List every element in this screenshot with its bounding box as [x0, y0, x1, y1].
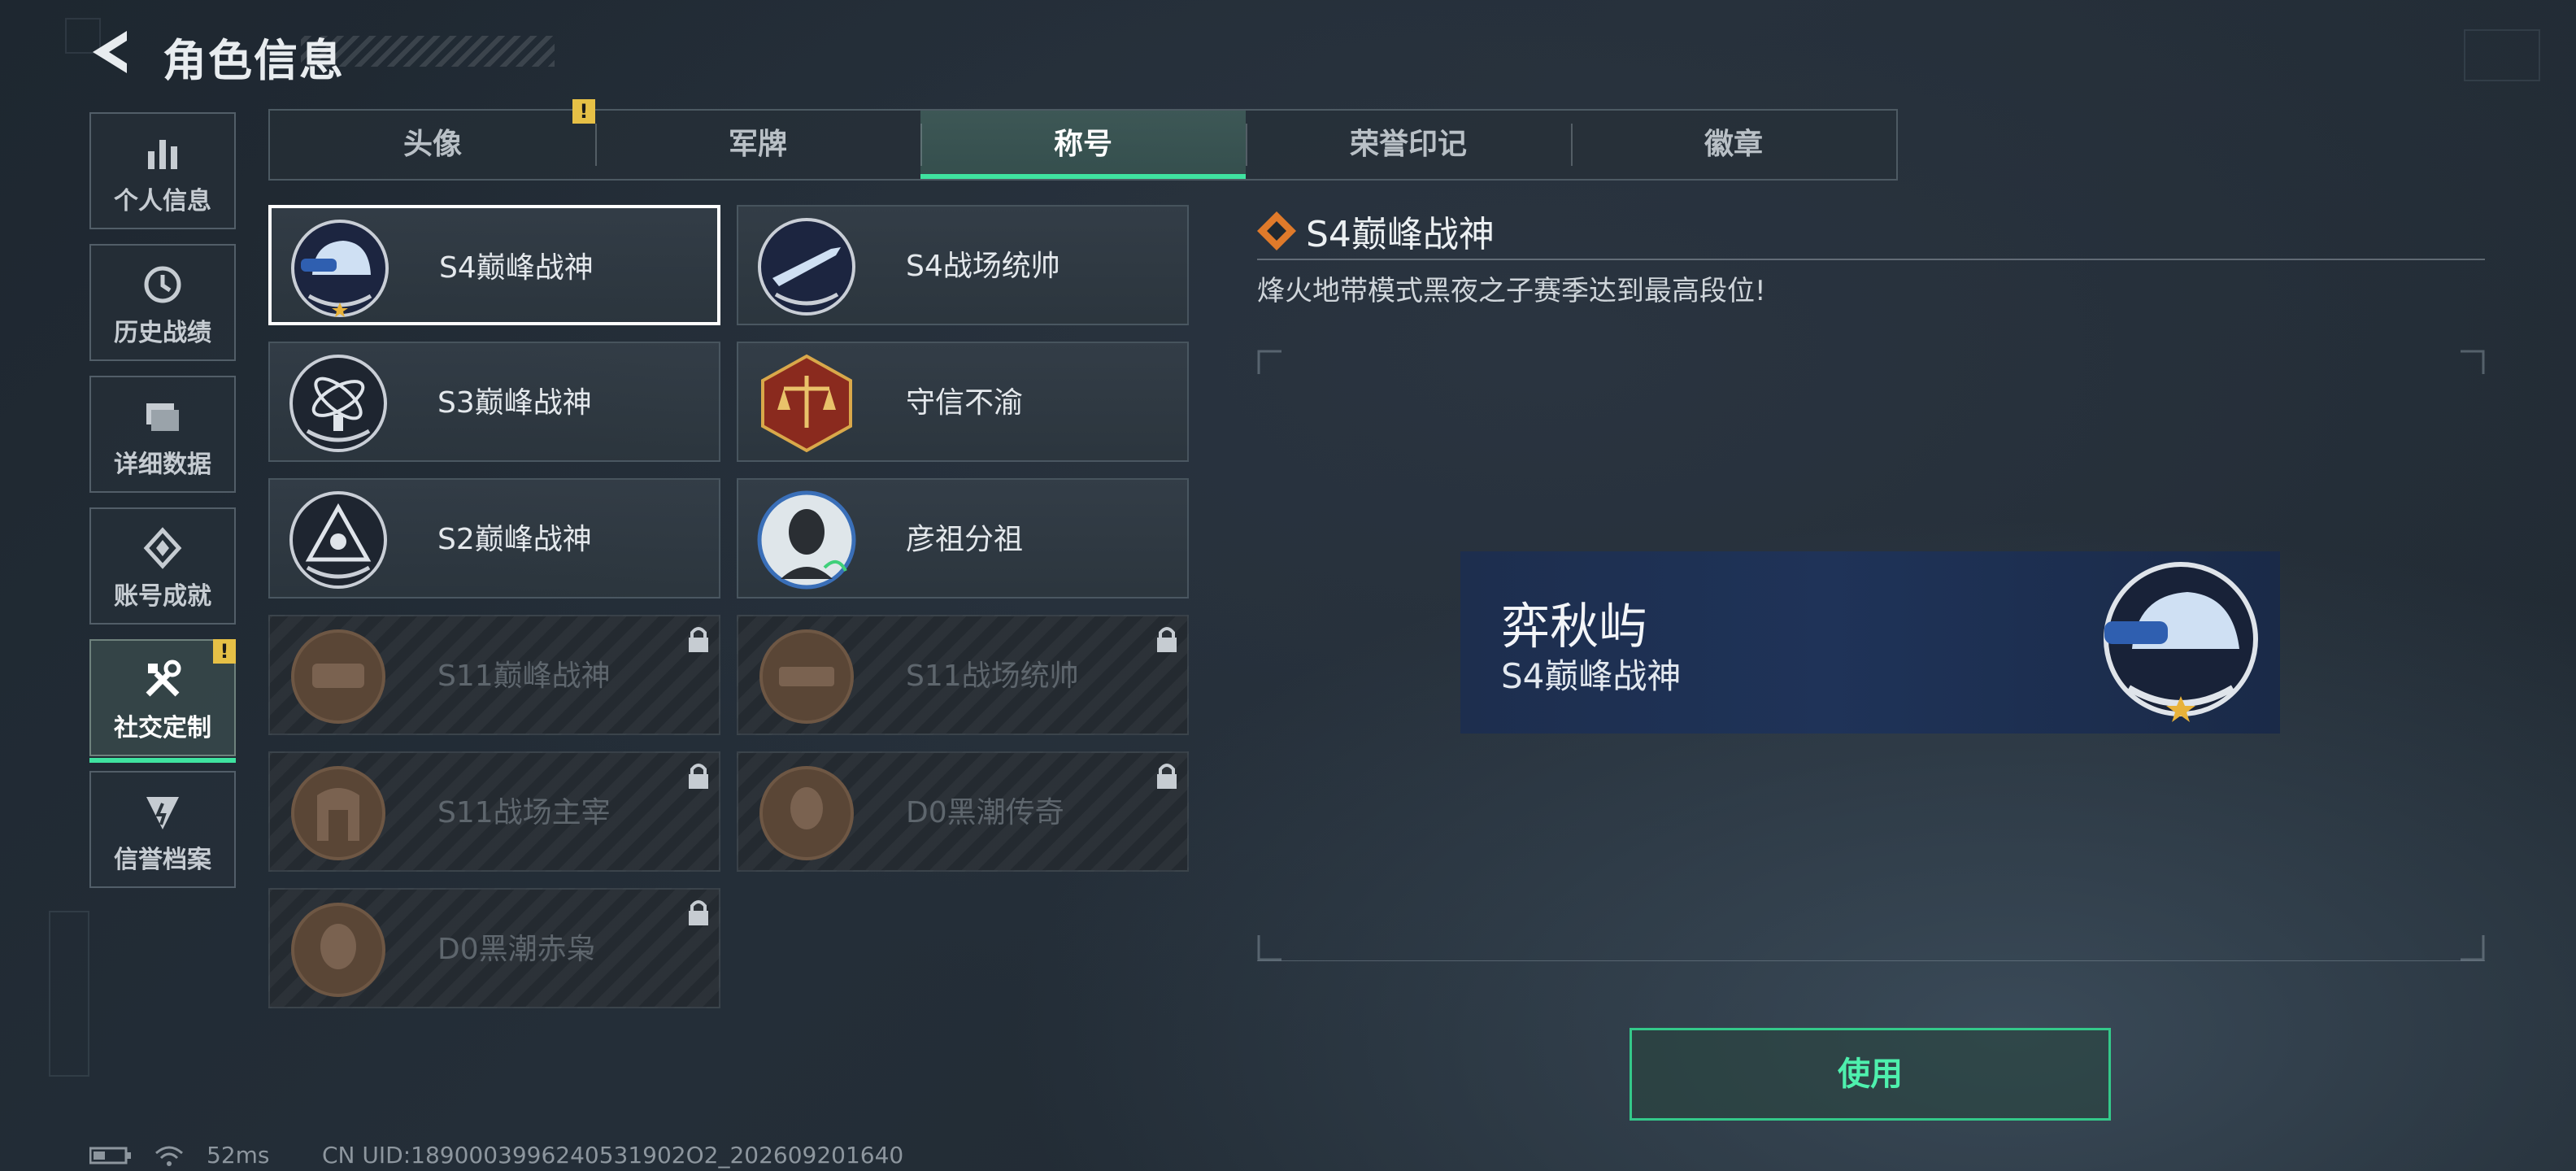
corner-decoration — [2464, 29, 2540, 81]
nav-label: 社交定制 — [114, 714, 211, 742]
lock-icon — [689, 900, 708, 925]
nav-social-customization[interactable]: 社交定制 ! — [89, 639, 236, 763]
credit-icon — [146, 797, 179, 829]
player-name: 弈秋屿 — [1501, 599, 1647, 655]
nav-label: 信誉档案 — [114, 846, 211, 874]
tab-label: 徽章 — [1704, 128, 1763, 161]
title-card-locked[interactable]: S11巅峰战神 — [268, 615, 720, 735]
title-preview-banner: 弈秋屿 S4巅峰战神 — [1460, 551, 2280, 734]
nav-label: 账号成就 — [114, 582, 211, 611]
title-card[interactable]: 彦祖分祖 — [737, 478, 1189, 599]
edge-decoration — [49, 911, 89, 1077]
detail-title: S4巅峰战神 — [1306, 214, 1495, 255]
divider — [1257, 259, 2485, 260]
bronze-emblem-icon — [291, 629, 385, 724]
title-name: 守信不渝 — [906, 386, 1024, 420]
lock-icon — [689, 764, 708, 789]
title-stripes-decoration — [301, 36, 555, 67]
bar-chart-icon — [148, 140, 177, 169]
title-card[interactable]: S3巅峰战神 — [268, 342, 720, 462]
helmet-emblem-icon — [291, 220, 389, 317]
folder-icon — [146, 403, 179, 431]
title-name: S2巅峰战神 — [437, 523, 592, 556]
history-icon — [144, 266, 181, 303]
title-name: D0黑潮传奇 — [906, 796, 1064, 829]
ping-text: 52ms — [207, 1142, 270, 1169]
tab-dog-tag[interactable]: 军牌 — [595, 111, 920, 179]
title-card[interactable]: S4战场统帅 — [737, 205, 1189, 325]
bronze-emblem-icon — [759, 766, 854, 860]
title-name: S4巅峰战神 — [439, 251, 594, 285]
lock-icon — [1157, 764, 1177, 789]
bronze-emblem-icon — [291, 766, 385, 860]
warning-badge: ! — [572, 99, 595, 124]
battery-icon — [89, 1147, 131, 1164]
title-card-locked[interactable]: D0黑潮传奇 — [737, 751, 1189, 872]
achievement-icon — [143, 527, 182, 569]
lock-icon — [1157, 627, 1177, 652]
scales-emblem-icon — [761, 354, 852, 453]
back-arrow-icon[interactable] — [88, 28, 137, 76]
use-button[interactable]: 使用 — [1630, 1028, 2111, 1121]
title-name: 彦祖分祖 — [906, 523, 1024, 556]
tab-badge[interactable]: 徽章 — [1571, 111, 1896, 179]
tab-label: 称号 — [1053, 128, 1112, 161]
uid-text: CN UID:1890003996240531902O2_20260920164… — [322, 1142, 904, 1169]
tab-honor-mark[interactable]: 荣誉印记 — [1246, 111, 1571, 179]
bronze-emblem-icon — [291, 903, 385, 997]
bronze-emblem-icon — [759, 629, 854, 724]
nav-history[interactable]: 历史战绩 — [89, 244, 236, 361]
nav-credit-profile[interactable]: 信誉档案 — [89, 771, 236, 888]
player-title: S4巅峰战神 — [1501, 656, 1682, 696]
title-card-locked[interactable]: D0黑潮赤枭 — [268, 888, 720, 1008]
title-card[interactable]: S4巅峰战神 — [268, 205, 720, 325]
portrait-emblem-icon — [757, 490, 856, 590]
nav-achievements[interactable]: 账号成就 — [89, 507, 236, 625]
tab-label: 荣誉印记 — [1349, 128, 1467, 161]
tab-label: 军牌 — [728, 128, 787, 161]
nav-label: 个人信息 — [114, 187, 211, 215]
detail-description: 烽火地带模式黑夜之子赛季达到最高段位! — [1257, 275, 1766, 307]
title-name: S11巅峰战神 — [437, 660, 611, 693]
title-name: S11战场统帅 — [906, 660, 1079, 693]
title-name: S3巅峰战神 — [437, 386, 592, 420]
armillary-emblem-icon — [289, 355, 387, 452]
category-tabs: 头像 ! 军牌 称号 荣誉印记 徽章 — [268, 99, 1898, 181]
diamond-icon — [1257, 211, 1296, 250]
warning-badge: ! — [213, 639, 236, 664]
pyramid-emblem-icon — [289, 491, 387, 589]
lock-icon — [689, 627, 708, 652]
title-name: S11战场主宰 — [437, 796, 611, 829]
title-card-locked[interactable]: S11战场主宰 — [268, 751, 720, 872]
tab-title[interactable]: 称号 — [920, 111, 1246, 179]
title-name: S4战场统帅 — [906, 250, 1060, 283]
status-bar: 52ms — [89, 1142, 270, 1169]
tools-icon — [146, 660, 181, 697]
title-card[interactable]: S2巅峰战神 — [268, 478, 720, 599]
nav-label: 详细数据 — [114, 451, 211, 479]
nav-label: 历史战绩 — [114, 319, 211, 347]
title-name: D0黑潮赤枭 — [437, 933, 596, 966]
missile-emblem-icon — [758, 218, 855, 316]
nav-personal-info[interactable]: 个人信息 — [89, 112, 236, 229]
title-card-locked[interactable]: S11战场统帅 — [737, 615, 1189, 735]
tab-label: 头像 — [402, 128, 462, 161]
nav-detailed-data[interactable]: 详细数据 — [89, 376, 236, 493]
tab-avatar[interactable]: 头像 ! — [270, 99, 595, 179]
wifi-icon — [155, 1146, 183, 1166]
helmet-emblem-icon — [2104, 562, 2258, 722]
title-card[interactable]: 守信不渝 — [737, 342, 1189, 462]
